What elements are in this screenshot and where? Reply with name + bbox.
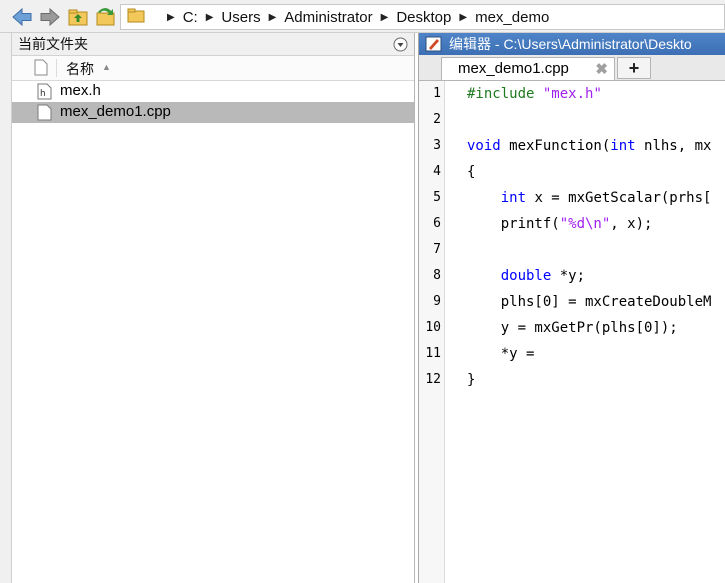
chevron-right-icon[interactable]: ▶ [269, 12, 277, 23]
code-line[interactable]: 3 void mexFunction(int nlhs, mx [419, 133, 725, 159]
editor-title-bar: 编辑器 - C:\Users\Administrator\Deskto [419, 33, 725, 55]
editor-tab-bar: mex_demo1.cpp ✖ + [419, 55, 725, 81]
editor-pen-icon [425, 36, 443, 55]
code-text: #include "mex.h" [467, 86, 602, 102]
close-icon[interactable]: ✖ [595, 59, 608, 81]
breadcrumb-item[interactable]: Users [221, 9, 260, 26]
chevron-right-icon[interactable]: ▶ [206, 12, 214, 23]
breadcrumb-item[interactable]: Desktop [396, 9, 451, 26]
breadcrumb-item[interactable]: mex_demo [475, 9, 549, 26]
add-tab-button[interactable]: + [617, 57, 651, 79]
code-line[interactable]: 1 #include "mex.h" [419, 81, 725, 107]
line-number: 8 [433, 268, 441, 283]
code-line[interactable]: 10 y = mxGetPr(plhs[0]); [419, 315, 725, 341]
line-number: 3 [433, 138, 441, 153]
code-line[interactable]: 7 [419, 237, 725, 263]
line-number: 10 [425, 320, 441, 335]
chevron-right-icon: ▶ [167, 11, 175, 23]
code-text: y = mxGetPr(plhs[0]); [467, 320, 678, 336]
line-number: 5 [433, 190, 441, 205]
svg-text:h: h [40, 89, 46, 99]
header-file-icon: h [37, 83, 52, 104]
file-row[interactable]: mex_demo1.cpp [12, 102, 414, 123]
code-text: plhs[0] = mxCreateDoubleM [467, 294, 712, 310]
column-divider [56, 59, 57, 77]
back-arrow-icon[interactable] [11, 6, 33, 28]
editor-pane: 编辑器 - C:\Users\Administrator\Deskto mex_… [418, 33, 725, 583]
forward-arrow-icon[interactable] [39, 6, 61, 28]
pane-menu-icon[interactable] [393, 36, 408, 52]
line-number: 1 [433, 86, 441, 101]
folder-icon [127, 7, 145, 27]
chevron-right-icon[interactable]: ▶ [381, 12, 389, 23]
file-icon [37, 104, 52, 125]
address-bar[interactable]: ▶ C: ▶ Users ▶ Administrator ▶ Desktop ▶… [120, 4, 725, 30]
sort-ascending-icon: ▲ [102, 62, 111, 72]
current-folder-pane: 当前文件夹 名称 ▲ h mex.h mex_demo1.cpp [11, 33, 415, 583]
code-line[interactable]: 8 double *y; [419, 263, 725, 289]
folder-up-icon[interactable] [67, 6, 89, 28]
code-line[interactable]: 12} [419, 367, 725, 393]
line-number: 7 [433, 242, 441, 257]
code-text: printf("%d\n", x); [467, 216, 653, 232]
left-gutter [0, 33, 11, 583]
file-type-icon [34, 59, 48, 81]
code-text: int x = mxGetScalar(prhs[ [500, 190, 712, 206]
chevron-right-icon[interactable]: ▶ [459, 12, 467, 23]
code-line[interactable]: 6 printf("%d\n", x); [419, 211, 725, 237]
line-number: 9 [433, 294, 441, 309]
line-number: 2 [433, 112, 441, 127]
code-line[interactable]: 4{ [419, 159, 725, 185]
tab-label: mex_demo1.cpp [458, 60, 569, 77]
column-header[interactable]: 名称 ▲ [12, 56, 414, 81]
code-text: double *y; [500, 268, 586, 284]
browse-folder-icon[interactable] [94, 6, 116, 28]
breadcrumb-item[interactable]: Administrator [284, 9, 372, 26]
line-number: 6 [433, 216, 441, 231]
column-name-label[interactable]: 名称 [66, 59, 94, 79]
code-line[interactable]: 2 [419, 107, 725, 133]
code-text: *y = [467, 346, 535, 362]
pane-title: 当前文件夹 [12, 33, 414, 56]
editor-title: 编辑器 - C:\Users\Administrator\Deskto [449, 36, 692, 52]
code-text: } [467, 372, 476, 388]
file-name: mex_demo1.cpp [60, 103, 171, 120]
code-line[interactable]: 5 int x = mxGetScalar(prhs[ [419, 185, 725, 211]
code-text: { [467, 164, 476, 180]
tab-mex-demo1[interactable]: mex_demo1.cpp ✖ [441, 57, 615, 80]
code-text: void mexFunction(int nlhs, mx [467, 138, 712, 154]
code-line[interactable]: 9 plhs[0] = mxCreateDoubleM [419, 289, 725, 315]
code-editor[interactable]: 1 #include "mex.h" 2 3 void mexFunction(int … [419, 81, 725, 583]
line-number: 4 [433, 164, 441, 179]
toolbar: ▶ C: ▶ Users ▶ Administrator ▶ Desktop ▶… [0, 0, 725, 33]
file-row[interactable]: h mex.h [12, 81, 414, 102]
line-number: 11 [425, 346, 441, 361]
pane-title-label: 当前文件夹 [18, 36, 88, 52]
breadcrumb-item[interactable]: C: [183, 9, 198, 26]
line-number: 12 [425, 372, 441, 387]
file-name: mex.h [60, 82, 101, 99]
code-line[interactable]: 11 *y = [419, 341, 725, 367]
